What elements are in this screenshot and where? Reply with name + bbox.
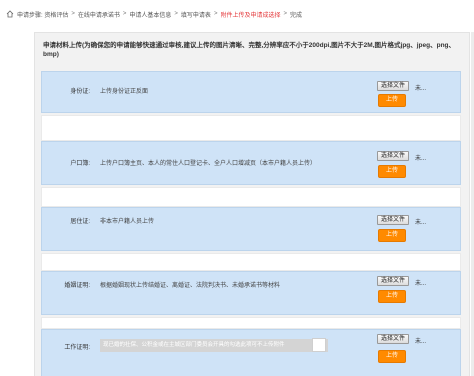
row-label: 婚姻证明: <box>64 283 90 289</box>
upload-button[interactable]: 上传 <box>378 290 406 303</box>
row-spacer <box>41 115 461 141</box>
breadcrumb: 申请步骤: 资格评估 > 在线申请承诺书 > 申请人基本信息 > 填写申请表 >… <box>6 8 302 20</box>
employment-proof-input: 现已婚的社保、公积金或在主城区部门委员会开具的勾选此项可不上传附件 <box>100 339 328 352</box>
row-spacer <box>41 253 461 271</box>
breadcrumb-separator: > <box>71 11 75 17</box>
panel-title: 申请材料上传(为确保您的申请能够快速通过审核,建议上传的图片清晰、完整,分辨率应… <box>35 33 469 69</box>
file-status: 未... <box>415 281 427 287</box>
upload-button[interactable]: 上传 <box>378 165 406 178</box>
breadcrumb-separator: > <box>283 11 287 17</box>
upload-button[interactable]: 上传 <box>378 94 406 107</box>
upload-row-residence-permit: 居住证: 非本市户籍人员上传 选择文件 未... 上传 <box>41 207 461 251</box>
breadcrumb-step-1[interactable]: 申请步骤: 资格评估 <box>17 10 68 19</box>
file-status: 未... <box>415 156 427 162</box>
row-spacer <box>41 187 461 207</box>
skip-upload-checkbox[interactable] <box>312 338 326 352</box>
breadcrumb-separator: > <box>213 11 218 17</box>
breadcrumb-step-6[interactable]: 完成 <box>290 10 302 19</box>
upload-row-household-register: 户口簿: 上传户口簿主页、本人的常住人口登记卡、全户人口增减页（本市户籍人员上传… <box>41 141 461 185</box>
choose-file-button[interactable]: 选择文件 <box>377 334 410 344</box>
row-label: 工作证明: <box>64 345 90 351</box>
file-status: 未... <box>415 339 427 345</box>
row-description: 上传身份证正反面 <box>100 89 149 95</box>
upload-row-employment-proof: 工作证明: 现已婚的社保、公积金或在主城区部门委员会开具的勾选此项可不上传附件 … <box>41 329 461 376</box>
row-description: 上传户口簿主页、本人的常住人口登记卡、全户人口增减页（本市户籍人员上传） <box>100 161 317 167</box>
file-status: 未... <box>415 86 427 92</box>
upload-materials-panel: 申请材料上传(为确保您的申请能够快速通过审核,建议上传的图片清晰、完整,分辨率应… <box>34 32 470 376</box>
upload-button[interactable]: 上传 <box>378 229 406 242</box>
breadcrumb-step-5[interactable]: 附件上传及申请成选择 <box>220 10 280 19</box>
breadcrumb-step-4[interactable]: 填写申请表 <box>181 10 211 19</box>
breadcrumb-separator: > <box>122 11 127 17</box>
row-description: 根据婚姻现状上传结婚证、离婚证、法院判决书、未婚承诺书等材料 <box>100 283 281 289</box>
choose-file-button[interactable]: 选择文件 <box>377 81 410 91</box>
upload-button[interactable]: 上传 <box>378 350 406 363</box>
choose-file-button[interactable]: 选择文件 <box>377 215 410 225</box>
choose-file-button[interactable]: 选择文件 <box>377 151 410 161</box>
row-spacer <box>41 317 461 329</box>
file-status: 未... <box>415 220 427 226</box>
home-icon[interactable] <box>6 10 14 18</box>
choose-file-button[interactable]: 选择文件 <box>377 276 410 286</box>
breadcrumb-step-3[interactable]: 申请人基本信息 <box>129 10 171 19</box>
row-label: 居住证: <box>70 219 90 225</box>
row-label: 身份证: <box>70 89 90 95</box>
breadcrumb-step-2[interactable]: 在线申请承诺书 <box>78 10 120 19</box>
row-description: 非本市户籍人员上传 <box>100 219 155 225</box>
breadcrumb-separator: > <box>174 11 178 17</box>
row-label: 户口簿: <box>70 161 90 167</box>
upload-row-marriage-certificate: 婚姻证明: 根据婚姻现状上传结婚证、离婚证、法院判决书、未婚承诺书等材料 选择文… <box>41 271 461 315</box>
upload-row-id-card: 身份证: 上传身份证正反面 选择文件 未... 上传 <box>41 71 461 113</box>
